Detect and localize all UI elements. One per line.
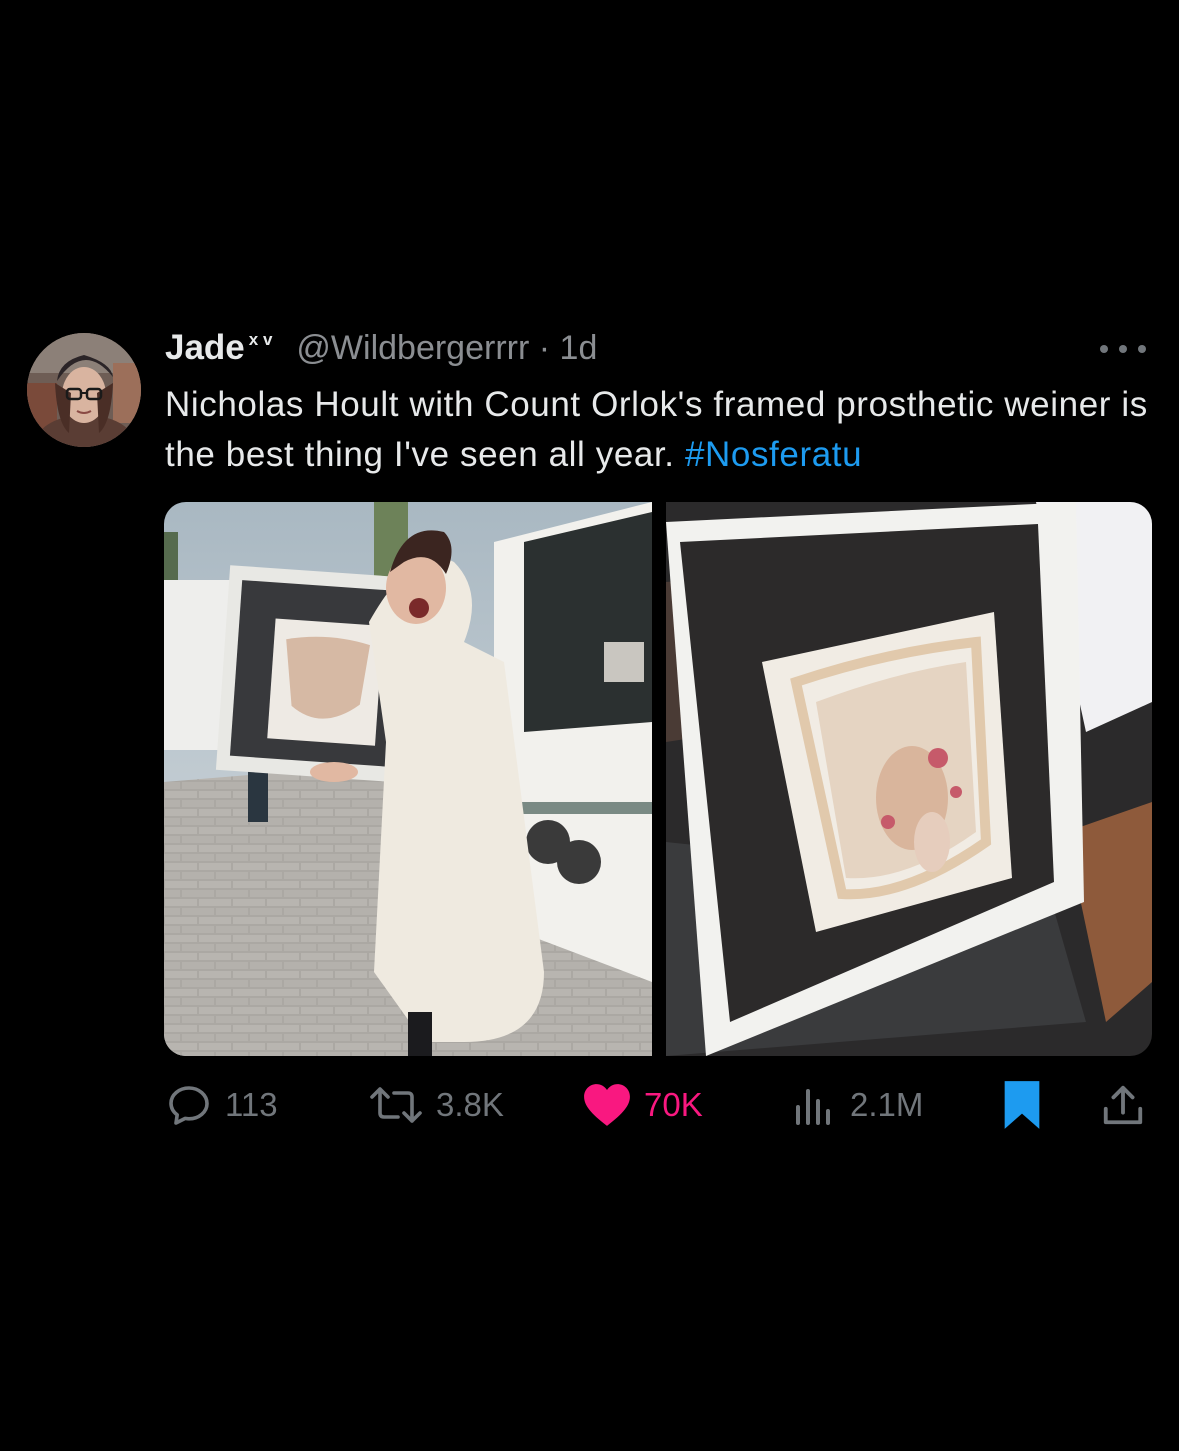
repost-button[interactable]: 3.8K	[368, 1078, 504, 1132]
author-name[interactable]: Jade	[165, 328, 245, 368]
author-handle[interactable]: @Wildbergerrrr · 1d	[296, 329, 597, 368]
views-button[interactable]: 2.1M	[790, 1078, 923, 1132]
hashtag-link[interactable]: #Nosferatu	[685, 435, 862, 474]
reply-icon	[165, 1081, 213, 1129]
author-name-suffix: x v	[248, 330, 273, 349]
like-count: 70K	[644, 1086, 703, 1123]
views-count: 2.1M	[850, 1086, 924, 1123]
handle-text: @Wildbergerrrr	[296, 329, 530, 367]
bookmark-button[interactable]	[1000, 1078, 1044, 1132]
reply-count: 113	[225, 1086, 278, 1123]
reply-button[interactable]: 113	[165, 1078, 278, 1132]
tweet[interactable]: Jade x v @Wildbergerrrr · 1d Nicholas Ho…	[0, 0, 1179, 1451]
more-icon[interactable]	[1100, 341, 1146, 357]
action-bar: 113 3.8K 70K 2.1M	[0, 1078, 1179, 1132]
separator: ·	[538, 329, 551, 367]
media-image-1[interactable]	[164, 502, 652, 1056]
bookmark-icon	[1000, 1079, 1044, 1131]
like-button[interactable]: 70K	[582, 1078, 703, 1132]
repost-icon	[368, 1081, 424, 1129]
share-button[interactable]	[1100, 1078, 1146, 1132]
like-icon	[582, 1081, 632, 1129]
repost-count: 3.8K	[436, 1086, 504, 1123]
timestamp[interactable]: 1d	[560, 329, 598, 367]
tweet-header: Jade x v @Wildbergerrrr · 1d	[165, 328, 597, 374]
share-icon	[1100, 1081, 1146, 1129]
media-image-2[interactable]	[666, 502, 1152, 1056]
tweet-text: Nicholas Hoult with Count Orlok's framed…	[165, 380, 1155, 480]
tweet-body: Nicholas Hoult with Count Orlok's framed…	[165, 385, 1148, 474]
avatar[interactable]	[27, 333, 141, 447]
views-icon	[790, 1081, 838, 1129]
media-grid	[164, 502, 1152, 1056]
